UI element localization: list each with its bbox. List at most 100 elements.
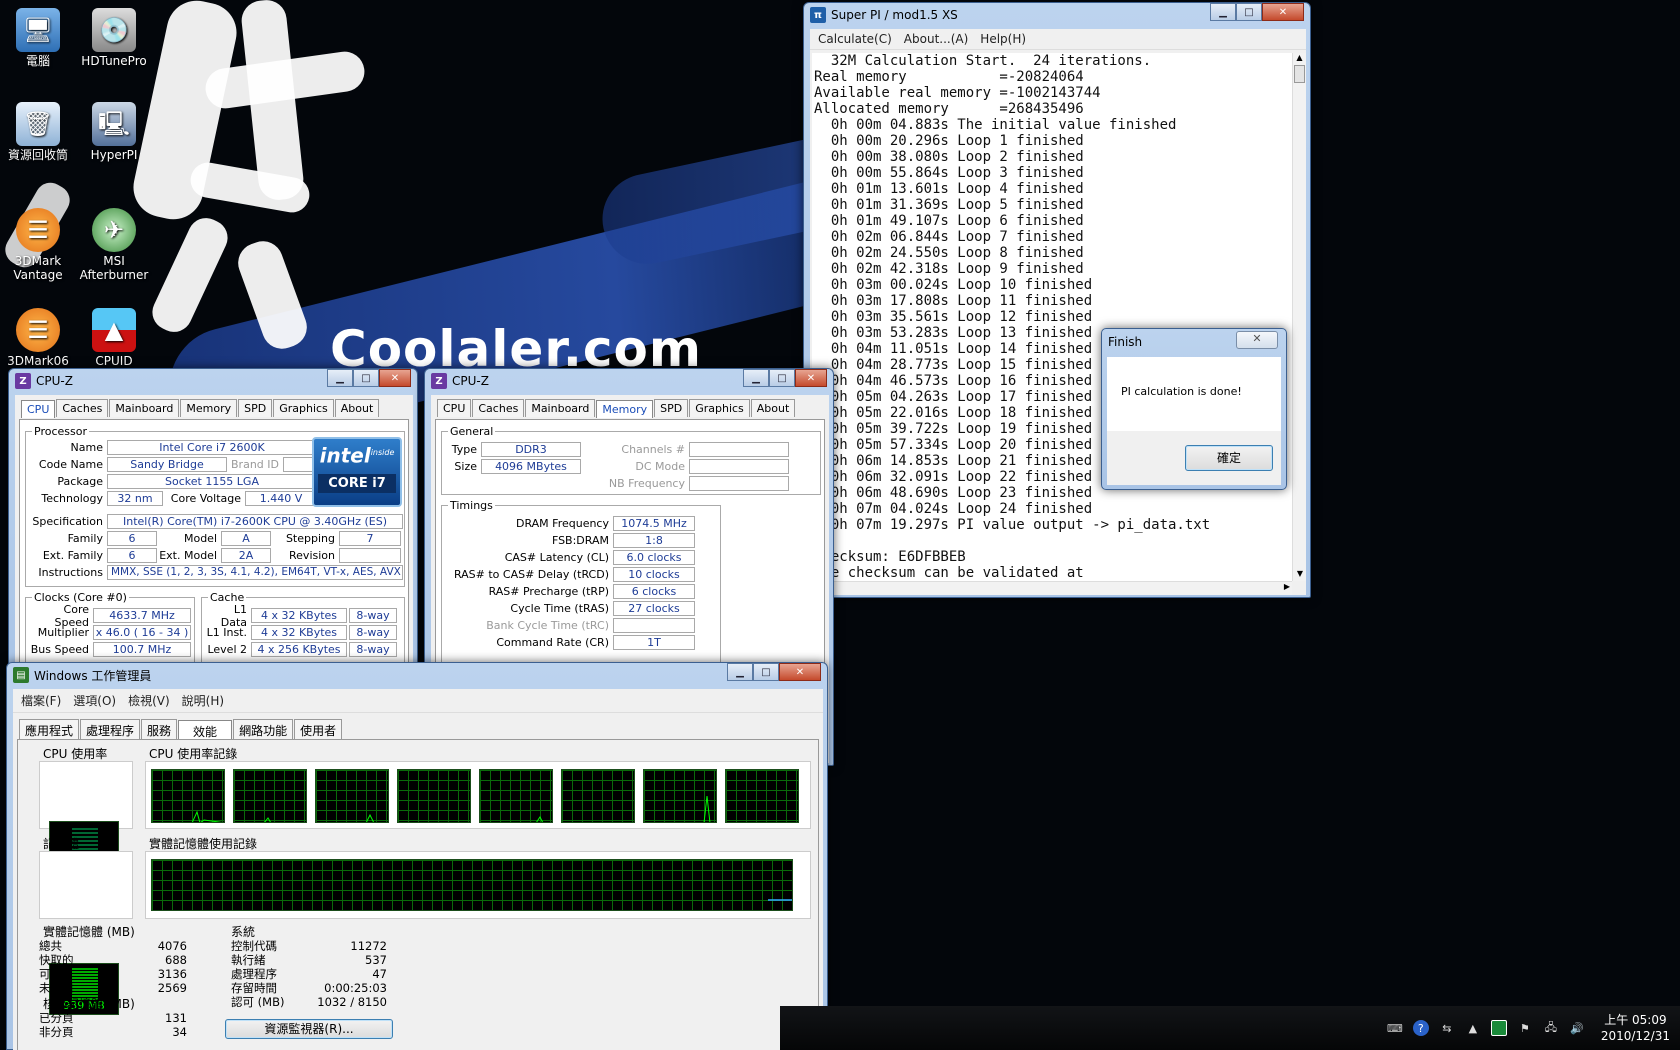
maximize-button[interactable]: □ xyxy=(753,663,779,681)
menu-about[interactable]: About...(A) xyxy=(904,32,969,46)
minimize-button[interactable]: ▁ xyxy=(1210,3,1236,21)
close-button[interactable]: ✕ xyxy=(1262,3,1304,21)
desktop-icon-3dmark06[interactable]: ☰ 3DMark06 xyxy=(2,308,74,368)
desktop-icon-computer[interactable]: 🖥 電腦 xyxy=(2,8,74,68)
desktop-icon-hdtunepro[interactable]: 💿 HDTunePro xyxy=(78,8,150,68)
dcmode-label: DC Mode xyxy=(635,460,685,473)
output-line: 0h 07m 04.024s Loop 24 finished xyxy=(814,501,1093,517)
maximize-button[interactable]: □ xyxy=(353,369,379,387)
desktop-icon-3dmark-vantage[interactable]: ☰ 3DMark Vantage xyxy=(2,208,74,282)
scroll-right-arrow-icon[interactable]: ▶ xyxy=(1284,582,1290,591)
timing-value: 6 clocks xyxy=(613,584,695,599)
tab-mainboard[interactable]: Mainboard xyxy=(525,399,596,417)
vertical-scrollbar[interactable]: ▲ ▼ xyxy=(1292,53,1306,581)
desktop-icon-cpuid[interactable]: ▲ CPUID xyxy=(78,308,150,368)
action-center-icon[interactable]: ⚑ xyxy=(1517,1020,1533,1036)
minimize-button[interactable]: ▁ xyxy=(727,663,753,681)
stat-row: 快取的 688 xyxy=(39,953,187,967)
scroll-thumb[interactable] xyxy=(1294,65,1305,83)
keyboard-icon[interactable]: ⌨ xyxy=(1387,1020,1403,1036)
volume-icon[interactable]: 🔊 xyxy=(1569,1020,1585,1036)
tab-caches[interactable]: Caches xyxy=(472,399,525,417)
l1inst-way: 8-way xyxy=(349,625,397,640)
tab-services[interactable]: 服務 xyxy=(141,719,178,741)
output-line: 0h 01m 49.107s Loop 6 finished xyxy=(814,213,1084,229)
output-line: 0h 00m 38.080s Loop 2 finished xyxy=(814,149,1084,165)
output-line: The checksum can be validated at xyxy=(814,565,1084,581)
cpu-name-value: Intel Core i7 2600K xyxy=(107,440,317,455)
menu-options[interactable]: 選項(O) xyxy=(73,692,116,709)
model-label: Model xyxy=(183,532,217,545)
tab-about[interactable]: About xyxy=(750,399,796,417)
cpuz-tabs: CPU Caches Mainboard Memory SPD Graphics… xyxy=(431,395,829,418)
menu-help[interactable]: Help(H) xyxy=(980,32,1026,46)
superpi-output[interactable]: 32M Calculation Start. 24 iterations. Rea… xyxy=(812,53,1292,581)
stepping-label: Stepping xyxy=(285,532,335,545)
minimize-button[interactable]: ▁ xyxy=(327,369,353,387)
family-value: 6 xyxy=(107,531,157,546)
tab-users[interactable]: 使用者 xyxy=(294,719,343,741)
tab-memory[interactable]: Memory xyxy=(596,400,654,418)
icon-label: HyperPI xyxy=(90,148,138,162)
cpu-core-graph xyxy=(397,769,471,823)
network-icon[interactable]: 🖧 xyxy=(1543,1020,1559,1036)
type-value: DDR3 xyxy=(481,442,581,457)
tab-spd[interactable]: SPD xyxy=(238,399,273,417)
extfamily-value: 6 xyxy=(107,548,157,563)
tab-applications[interactable]: 應用程式 xyxy=(19,719,80,741)
tab-spd[interactable]: SPD xyxy=(654,399,689,417)
taskmgr-titlebar[interactable]: ▤ Windows 工作管理員 xyxy=(7,663,827,687)
clock-time: 上午 05:09 xyxy=(1604,1013,1667,1027)
desktop-icon-msi-afterburner[interactable]: ✈ MSI Afterburner xyxy=(78,208,150,282)
extmodel-value: 2A xyxy=(221,548,271,563)
help-icon[interactable]: ? xyxy=(1412,1020,1429,1036)
window-title: CPU-Z xyxy=(36,374,73,388)
menu-view[interactable]: 檢視(V) xyxy=(128,692,170,709)
language-icon[interactable]: ⇆ xyxy=(1439,1020,1455,1036)
clock[interactable]: 上午 05:09 2010/12/31 xyxy=(1601,1012,1670,1044)
stat-row: 總共 4076 xyxy=(39,939,187,953)
l2-way: 8-way xyxy=(349,642,397,657)
maximize-button[interactable]: □ xyxy=(769,369,795,387)
tab-graphics[interactable]: Graphics xyxy=(689,399,750,417)
tab-about[interactable]: About xyxy=(334,399,380,417)
l1inst-label: L1 Inst. xyxy=(206,626,247,639)
ok-button[interactable]: 確定 xyxy=(1185,445,1273,471)
close-button[interactable]: ✕ xyxy=(795,369,827,387)
tab-mainboard[interactable]: Mainboard xyxy=(109,399,180,417)
cpu-core-graph xyxy=(725,769,799,823)
scroll-down-arrow-icon[interactable]: ▼ xyxy=(1293,569,1307,581)
menu-file[interactable]: 檔案(F) xyxy=(21,692,61,709)
green-app-icon[interactable] xyxy=(1490,1020,1507,1036)
close-button[interactable]: ✕ xyxy=(1236,331,1278,349)
output-line: Allocated memory =268435496 xyxy=(814,101,1084,117)
core-i7-text: CORE i7 xyxy=(318,473,396,493)
menu-help[interactable]: 說明(H) xyxy=(182,692,224,709)
close-button[interactable]: ✕ xyxy=(379,369,411,387)
tab-memory[interactable]: Memory xyxy=(180,399,238,417)
tab-graphics[interactable]: Graphics xyxy=(273,399,334,417)
window-title: Windows 工作管理員 xyxy=(34,668,152,683)
desktop-icon-hyperpi[interactable]: 🖳 HyperPI xyxy=(78,102,150,162)
horizontal-scrollbar[interactable]: ▶ xyxy=(812,581,1292,595)
show-hidden-icons-icon[interactable]: ▲ xyxy=(1465,1020,1481,1036)
scroll-up-arrow-icon[interactable]: ▲ xyxy=(1293,53,1306,65)
desktop-icon-recycle-bin[interactable]: 🗑 資源回收筒 xyxy=(2,102,74,162)
size-label: Size xyxy=(454,460,477,473)
output-line: 0h 01m 13.601s Loop 4 finished xyxy=(814,181,1084,197)
task-manager-window: ▤ Windows 工作管理員 ▁ □ ✕ 檔案(F) 選項(O) 檢視(V) … xyxy=(6,662,828,1050)
minimize-button[interactable]: ▁ xyxy=(743,369,769,387)
tab-cpu[interactable]: CPU xyxy=(437,399,472,417)
tab-cpu[interactable]: CPU xyxy=(21,400,56,418)
output-line: 0h 00m 20.296s Loop 1 finished xyxy=(814,133,1084,149)
menu-calculate[interactable]: Calculate(C) xyxy=(818,32,892,46)
resource-monitor-button[interactable]: 資源監視器(R)... xyxy=(225,1019,393,1039)
tab-processes[interactable]: 處理程序 xyxy=(80,719,141,741)
memory-history-graph xyxy=(151,859,793,911)
tab-networking[interactable]: 網路功能 xyxy=(233,719,294,741)
intel-inside-text: inside xyxy=(370,448,395,457)
package-value: Socket 1155 LGA xyxy=(107,474,317,489)
maximize-button[interactable]: □ xyxy=(1236,3,1262,21)
close-button[interactable]: ✕ xyxy=(779,663,821,681)
tab-caches[interactable]: Caches xyxy=(56,399,109,417)
